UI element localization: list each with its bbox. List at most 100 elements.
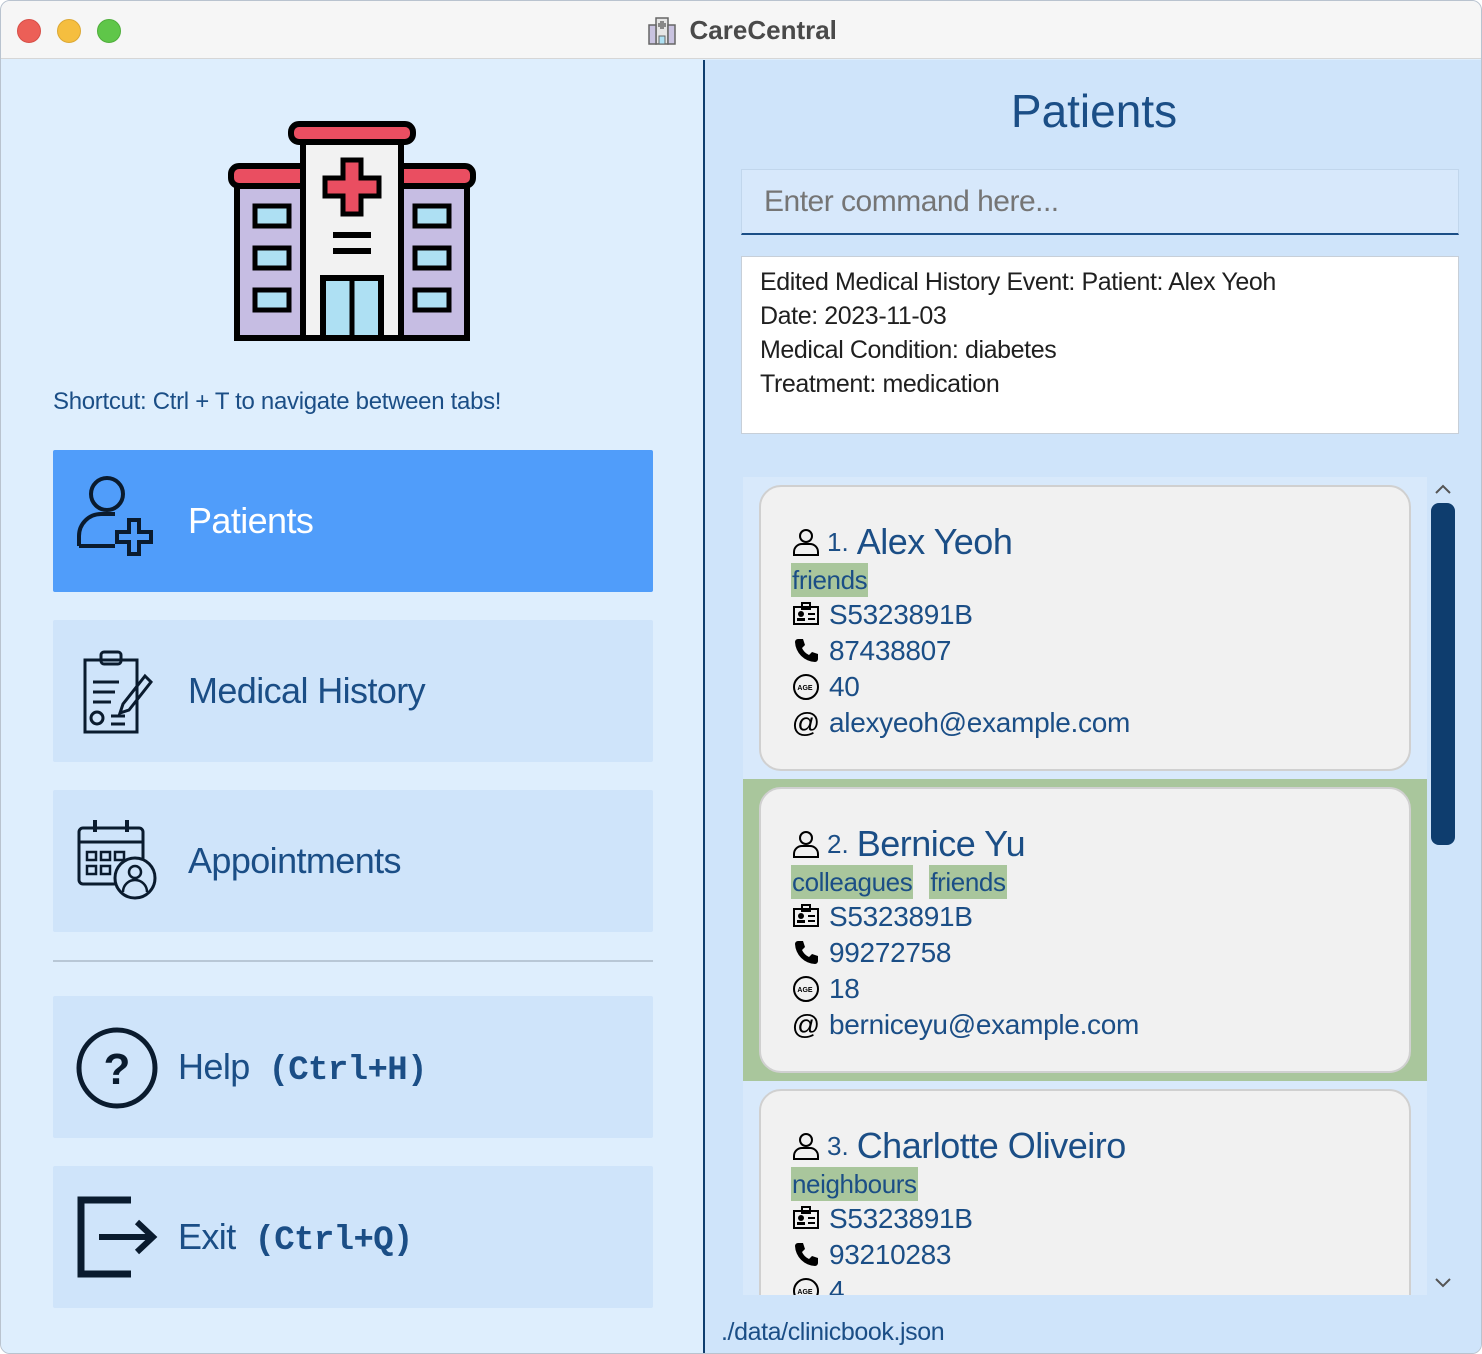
exit-label: Exit (178, 1216, 236, 1257)
tag-row: colleagues friends (791, 865, 1023, 899)
svg-text:AGE: AGE (797, 685, 813, 692)
shortcut-hint: Shortcut: Ctrl + T to navigate between t… (53, 388, 502, 415)
patient-card[interactable]: 1. Alex Yeoh friends S5323891B 87438807 A… (759, 485, 1411, 771)
patient-list[interactable]: 1. Alex Yeoh friends S5323891B 87438807 A… (743, 477, 1427, 1295)
page-title: Patients (1010, 85, 1178, 137)
status-bar-path: ./data/clinicbook.json (721, 1318, 945, 1346)
patient-age: 4 (829, 1275, 845, 1295)
scroll-down-arrow-icon[interactable] (1433, 1272, 1453, 1292)
help-label: Help (178, 1046, 250, 1087)
patient-name: Alex Yeoh (856, 521, 1013, 562)
nric-row: S5323891B (791, 599, 973, 631)
patient-phone: 99272758 (829, 937, 952, 968)
patient-list-item[interactable]: 3. Charlotte Oliveiro neighbours S5323891… (743, 1081, 1427, 1295)
exit-shortcut: (Ctrl+Q) (254, 1222, 413, 1260)
person-icon (793, 1133, 819, 1160)
hospital-icon (648, 16, 676, 45)
result-line: Edited Medical History Event: Patient: A… (760, 268, 1276, 296)
tag-row: neighbours (791, 1167, 934, 1201)
patient-header: 3. Charlotte Oliveiro (791, 1125, 1126, 1167)
patient-list-item-selected[interactable]: 2. Bernice Yu colleagues friends S5323891B… (743, 779, 1427, 1081)
email-icon: @ (792, 708, 820, 738)
patient-nric: S5323891B (829, 901, 973, 932)
nric-row: S5323891B (791, 901, 973, 933)
person-icon (793, 529, 819, 556)
hospital-logo-icon (228, 121, 476, 341)
patient-nric: S5323891B (829, 599, 973, 630)
help-shortcut: (Ctrl+H) (268, 1052, 427, 1090)
age-row: AGE 40 (791, 671, 860, 703)
patient-header: 1. Alex Yeoh (791, 521, 1013, 563)
email-row: @ alexyeoh@example.com (791, 707, 1131, 739)
age-icon: AGE (793, 976, 819, 1002)
tag: friends (791, 563, 869, 597)
age-icon: AGE (793, 1278, 819, 1295)
nav-appointments-label: Appointments (188, 840, 402, 881)
phone-row: 99272758 (791, 937, 951, 969)
tag-row: friends (791, 563, 884, 597)
patient-card[interactable]: 3. Charlotte Oliveiro neighbours S5323891… (759, 1089, 1411, 1295)
result-line: Medical Condition: diabetes (760, 336, 1057, 364)
command-input[interactable] (741, 169, 1459, 235)
patient-phone: 87438807 (829, 635, 952, 666)
patient-name: Bernice Yu (856, 823, 1026, 864)
id-card-icon (793, 904, 819, 927)
email-row: @ berniceyu@example.com (791, 1009, 1140, 1041)
patient-phone: 93210283 (829, 1239, 952, 1270)
phone-icon (795, 1243, 818, 1266)
sidebar-divider (53, 960, 653, 962)
result-line: Date: 2023-11-03 (760, 302, 947, 330)
tag: neighbours (791, 1167, 918, 1201)
patient-index: 3. (827, 1130, 849, 1161)
tag: friends (929, 865, 1007, 899)
patient-header: 2. Bernice Yu (791, 823, 1026, 865)
patient-email: alexyeoh@example.com (829, 707, 1131, 738)
phone-icon (795, 639, 818, 662)
id-card-icon (793, 1206, 819, 1229)
title-bar: CareCentral (1, 1, 1481, 59)
scrollbar-thumb[interactable] (1431, 503, 1455, 845)
help-button[interactable]: ? Help (Ctrl+H) (53, 996, 653, 1138)
nav-appointments-button[interactable]: Appointments (53, 790, 653, 932)
window-title: CareCentral (689, 15, 837, 45)
svg-text:AGE: AGE (797, 987, 813, 994)
age-row: AGE 18 (791, 973, 860, 1005)
exit-label-container: Exit (Ctrl+Q) (178, 1216, 413, 1260)
result-display: Edited Medical History Event: Patient: A… (741, 256, 1459, 434)
app-window: CareCentral Shortcut: Ctrl + T to naviga… (0, 0, 1482, 1354)
svg-text:@: @ (792, 1010, 820, 1040)
main-panel: Patients Edited Medical History Event: P… (705, 60, 1481, 1353)
patient-index: 1. (827, 526, 849, 557)
result-line: Treatment: medication (760, 370, 1000, 398)
scroll-up-arrow-icon[interactable] (1433, 480, 1453, 500)
sidebar: Shortcut: Ctrl + T to navigate between t… (1, 60, 703, 1353)
person-icon (793, 831, 819, 858)
patient-age: 40 (829, 671, 860, 702)
id-card-icon (793, 602, 819, 625)
clipboard-icon (83, 650, 154, 734)
svg-text:AGE: AGE (797, 1289, 813, 1295)
patient-name: Charlotte Oliveiro (856, 1125, 1127, 1166)
nav-medical-history-button[interactable]: Medical History (53, 620, 653, 762)
calendar-icon (77, 820, 157, 900)
svg-text:?: ? (104, 1045, 131, 1094)
exit-button[interactable]: Exit (Ctrl+Q) (53, 1166, 653, 1308)
age-row: AGE 4 (791, 1275, 845, 1295)
patient-index: 2. (827, 828, 849, 859)
age-icon: AGE (793, 674, 819, 700)
svg-text:@: @ (792, 708, 820, 738)
patient-email: berniceyu@example.com (829, 1009, 1140, 1040)
phone-row: 93210283 (791, 1239, 951, 1271)
tag: colleagues (791, 865, 914, 899)
patient-list-item[interactable]: 1. Alex Yeoh friends S5323891B 87438807 A… (743, 477, 1427, 779)
phone-row: 87438807 (791, 635, 951, 667)
title-container: CareCentral (1, 15, 1481, 46)
patient-card[interactable]: 2. Bernice Yu colleagues friends S5323891B… (759, 787, 1411, 1073)
patient-age: 18 (829, 973, 860, 1004)
exit-icon (77, 1196, 158, 1278)
phone-icon (795, 941, 818, 964)
nav-patients-label: Patients (188, 500, 314, 541)
patient-nric: S5323891B (829, 1203, 973, 1234)
add-user-icon (77, 476, 153, 556)
nav-patients-button[interactable]: Patients (53, 450, 653, 592)
